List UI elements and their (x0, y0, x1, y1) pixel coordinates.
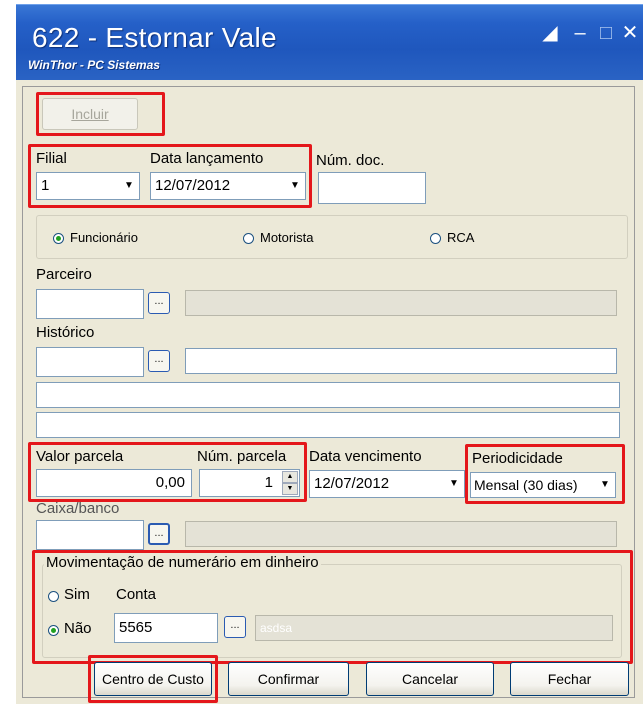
historico-label: Histórico (36, 324, 95, 341)
fechar-button[interactable]: Fechar (510, 662, 629, 696)
title-bar[interactable]: 622 - Estornar Vale WinThor - PC Sistema… (16, 4, 643, 80)
radio-rca[interactable] (430, 233, 441, 244)
caixa-banco-label: Caixa/banco (36, 500, 120, 517)
funcionario-label: Funcionário (70, 230, 138, 245)
rca-label: RCA (447, 230, 475, 245)
motorista-label: Motorista (260, 230, 314, 245)
confirmar-button[interactable]: Confirmar (228, 662, 349, 696)
radio-funcionario[interactable] (53, 233, 64, 244)
data-vencimento-select[interactable]: 12/07/2012 ▼ (309, 470, 465, 498)
parceiro-description (185, 290, 617, 316)
parceiro-label: Parceiro (36, 266, 92, 283)
minimize-icon[interactable]: – (571, 23, 589, 43)
parceiro-search-button[interactable]: ... (148, 292, 170, 314)
close-icon[interactable]: ✕ (621, 23, 639, 43)
maximize-icon: □ (599, 22, 613, 44)
cancelar-button[interactable]: Cancelar (366, 662, 494, 696)
chevron-down-icon[interactable]: ▼ (445, 472, 463, 496)
num-doc-input[interactable] (318, 172, 426, 204)
highlight-filial-data (28, 144, 312, 208)
caixa-banco-search-button[interactable]: ... (148, 523, 170, 545)
highlight-periodicidade (465, 444, 625, 504)
highlight-movimentacao (32, 550, 633, 664)
data-vencimento-label: Data vencimento (309, 448, 422, 465)
caixa-banco-description (185, 521, 617, 547)
restore-icon[interactable]: ◢ (541, 23, 559, 43)
historico-description (185, 348, 617, 374)
form-body: Incluir Filial 1 ▼ Data lançamento 12/07… (16, 80, 643, 704)
highlight-incluir (36, 92, 165, 136)
parceiro-code-input[interactable] (36, 289, 144, 319)
radio-motorista[interactable] (243, 233, 254, 244)
num-doc-label: Núm. doc. (316, 152, 385, 169)
historico-line-1[interactable] (36, 382, 620, 408)
tipo-group: Funcionário Motorista RCA (36, 215, 628, 259)
caixa-banco-code-input[interactable] (36, 520, 144, 550)
window-title: 622 - Estornar Vale (32, 22, 277, 53)
window-subtitle: WinThor - PC Sistemas (28, 58, 160, 72)
historico-line-2[interactable] (36, 412, 620, 438)
historico-search-button[interactable]: ... (148, 350, 170, 372)
highlight-valor-parcela (28, 442, 307, 502)
app-window: 622 - Estornar Vale WinThor - PC Sistema… (16, 4, 643, 704)
highlight-centro-custo (88, 655, 218, 703)
historico-code-input[interactable] (36, 347, 144, 377)
